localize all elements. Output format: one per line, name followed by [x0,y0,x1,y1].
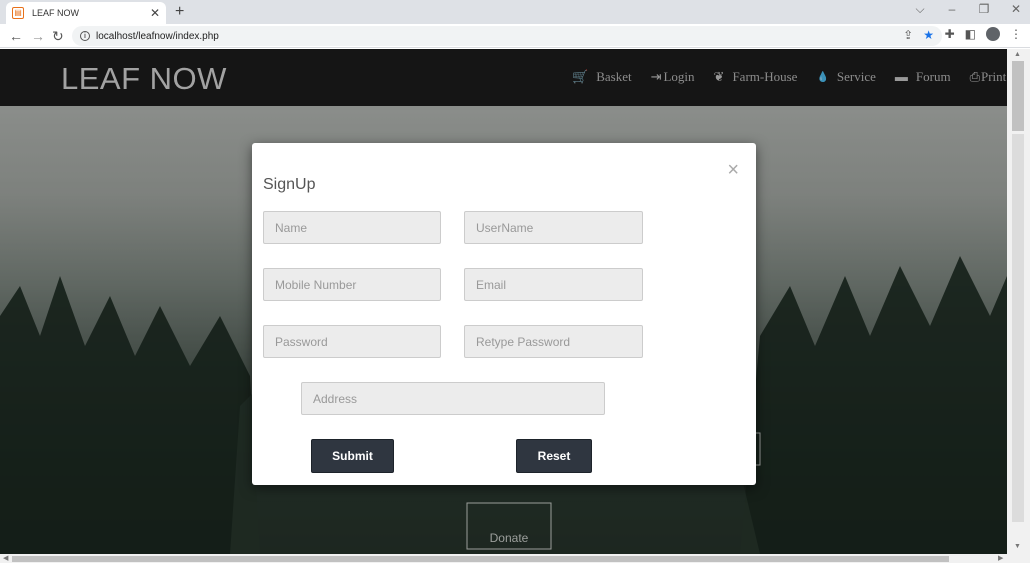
bookmark-star-icon[interactable]: ★ [923,28,934,42]
page-viewport: LEAF NOW 🛒 Basket ⇥ Login ❦ Farm-House 💧… [0,49,1007,554]
modal-title: SignUp [263,176,316,193]
site-favicon-icon: ▤ [12,7,24,19]
email-field[interactable] [464,268,643,301]
scroll-right-icon[interactable]: ▶ [998,554,1003,563]
address-bar[interactable]: i localhost/leafnow/index.php ⇪ ★ [72,26,942,46]
scroll-left-icon[interactable]: ◀ [3,554,8,563]
tab-close-icon[interactable]: ✕ [150,7,160,19]
vertical-scrollbar[interactable]: ▲ ▼ [1007,49,1030,554]
extensions-icon[interactable]: ✚ [945,27,955,41]
tab-search-icon[interactable]: ⌵ [914,2,926,17]
url-text[interactable]: localhost/leafnow/index.php [96,31,219,42]
share-icon[interactable]: ⇪ [903,28,913,42]
browser-tab[interactable]: ▤ LEAF NOW ✕ [6,2,166,24]
back-arrow-icon[interactable]: ← [9,27,23,45]
horizontal-scroll-thumb[interactable] [12,556,949,562]
browser-menu-icon[interactable]: ⋮ [1010,27,1022,41]
username-field[interactable] [464,211,643,244]
side-panel-icon[interactable]: ◧ [965,27,976,41]
signup-modal: SignUp × Submit Reset [252,143,756,485]
browser-tabstrip: ▤ LEAF NOW ✕ + ⌵ – ❐ ✕ [0,0,1030,24]
vertical-scroll-thumb[interactable] [1012,61,1024,131]
new-tab-button[interactable]: + [175,3,184,21]
address-field[interactable] [301,382,605,415]
profile-avatar-icon[interactable] [986,27,1000,41]
minimize-icon[interactable]: – [946,2,958,17]
mobile-number-field[interactable] [263,268,441,301]
tab-title: LEAF NOW [32,8,80,18]
retype-password-field[interactable] [464,325,643,358]
window-controls: ⌵ – ❐ ✕ [914,2,1022,17]
browser-toolbar: ← → ↻ i localhost/leafnow/index.php ⇪ ★ … [0,24,1030,48]
password-field[interactable] [263,325,441,358]
name-field[interactable] [263,211,441,244]
window-close-icon[interactable]: ✕ [1010,2,1022,17]
reset-button[interactable]: Reset [516,439,592,473]
restore-icon[interactable]: ❐ [978,2,990,17]
horizontal-scrollbar[interactable]: ◀ ▶ [0,554,1030,563]
scroll-down-icon[interactable]: ▼ [1014,543,1021,550]
scroll-up-icon[interactable]: ▲ [1014,51,1021,58]
vertical-scroll-track[interactable] [1012,134,1024,522]
submit-button[interactable]: Submit [311,439,394,473]
site-info-icon[interactable]: i [80,31,90,41]
close-icon[interactable]: × [727,160,739,180]
forward-arrow-icon[interactable]: → [31,27,45,45]
reload-icon[interactable]: ↻ [52,27,64,45]
